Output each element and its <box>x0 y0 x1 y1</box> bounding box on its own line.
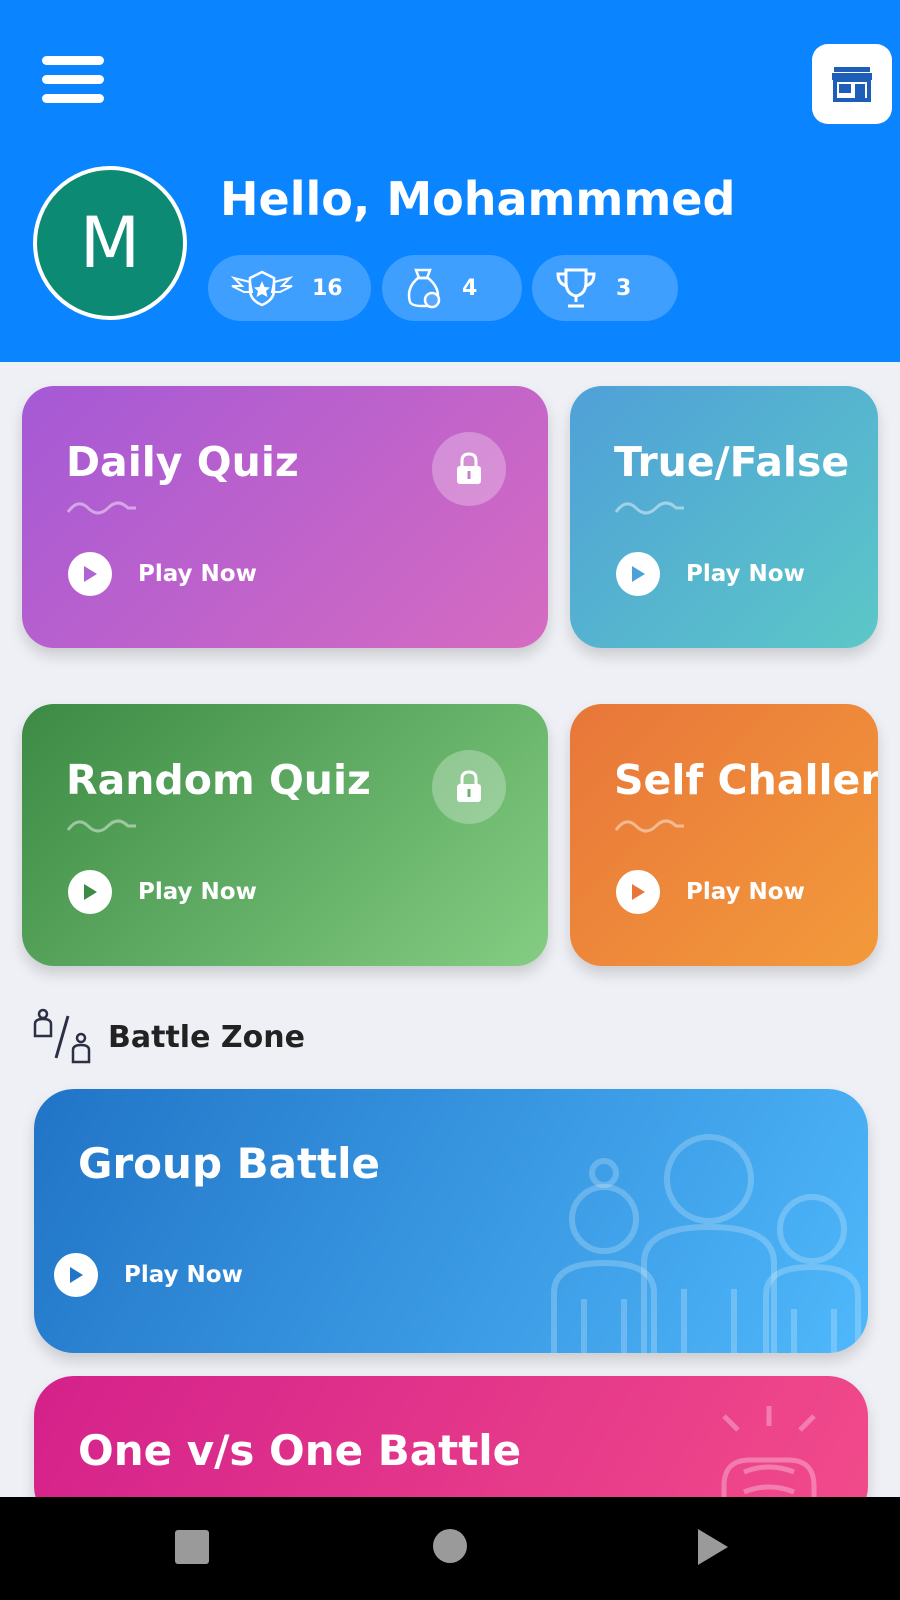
battle-zone-heading: Battle Zone <box>32 1008 305 1066</box>
wave-icon <box>614 819 684 833</box>
coin-bag-icon <box>407 268 441 309</box>
play-icon <box>68 870 112 914</box>
play-icon <box>54 1253 98 1297</box>
rank-stat[interactable]: 16 <box>208 255 371 321</box>
avatar[interactable]: M <box>33 166 187 320</box>
daily-quiz-card[interactable]: Daily Quiz Play Now <box>22 386 548 648</box>
home-button[interactable] <box>433 1529 467 1563</box>
play-now-button[interactable]: Play Now <box>68 870 257 914</box>
play-now-label: Play Now <box>124 1262 243 1288</box>
store-button[interactable] <box>812 44 892 124</box>
recent-apps-button[interactable] <box>175 1530 209 1564</box>
trophy-icon <box>556 268 596 308</box>
wave-icon <box>66 819 136 833</box>
trophy-value: 3 <box>616 275 632 301</box>
greeting: Hello, Mohammmed <box>220 172 736 226</box>
lock-icon <box>432 432 506 506</box>
avatar-initial: M <box>79 202 141 284</box>
play-icon <box>616 552 660 596</box>
store-icon <box>832 67 872 102</box>
trophy-stat[interactable]: 3 <box>532 255 678 321</box>
play-now-label: Play Now <box>138 561 257 587</box>
battle-zone-label: Battle Zone <box>108 1019 305 1055</box>
coins-stat[interactable]: 4 <box>382 255 522 321</box>
play-now-button[interactable]: Play Now <box>616 870 805 914</box>
rank-value: 16 <box>312 275 343 301</box>
play-now-label: Play Now <box>686 879 805 905</box>
play-now-button[interactable]: Play Now <box>54 1253 243 1297</box>
daily-quiz-title: Daily Quiz <box>66 438 299 486</box>
coins-value: 4 <box>462 275 478 301</box>
random-quiz-card[interactable]: Random Quiz Play Now <box>22 704 548 966</box>
one-vs-one-battle-title: One v/s One Battle <box>78 1426 522 1475</box>
lock-icon <box>432 750 506 824</box>
menu-icon[interactable] <box>42 56 104 108</box>
play-now-button[interactable]: Play Now <box>68 552 257 596</box>
group-battle-card[interactable]: Group Battle Play Now <box>34 1089 868 1353</box>
play-now-button[interactable]: Play Now <box>616 552 805 596</box>
self-challenge-card[interactable]: Self Challenge Play Now <box>570 704 878 966</box>
true-false-card[interactable]: True/False Play Now <box>570 386 878 648</box>
play-now-label: Play Now <box>686 561 805 587</box>
play-icon <box>616 870 660 914</box>
group-battle-title: Group Battle <box>78 1139 381 1188</box>
rank-badge-icon <box>230 270 294 307</box>
random-quiz-title: Random Quiz <box>66 756 371 804</box>
true-false-title: True/False <box>614 438 850 486</box>
play-now-label: Play Now <box>138 879 257 905</box>
battle-users-icon <box>33 1008 91 1064</box>
group-people-icon <box>551 1134 861 1353</box>
self-challenge-title: Self Challenge <box>614 756 878 804</box>
system-nav-bar <box>0 1497 900 1600</box>
back-button[interactable] <box>696 1527 730 1567</box>
header: M Hello, Mohammmed 16 4 3 <box>0 0 900 362</box>
wave-icon <box>66 501 136 515</box>
play-icon <box>68 552 112 596</box>
wave-icon <box>614 501 684 515</box>
